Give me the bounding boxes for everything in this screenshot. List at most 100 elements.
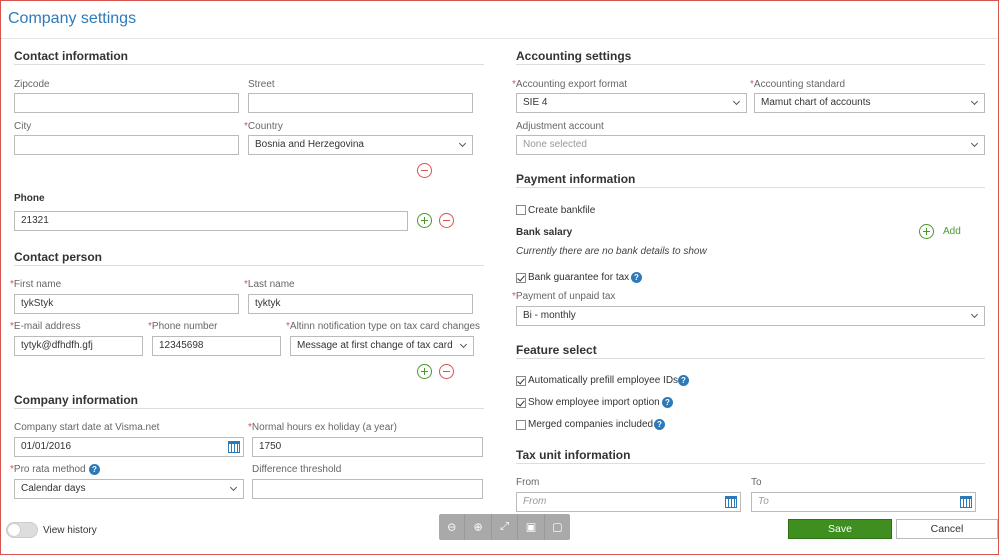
employee-import-help-icon[interactable]: ?: [662, 397, 673, 408]
bank-salary-label: Bank salary: [516, 227, 573, 238]
remove-phone-icon[interactable]: [439, 213, 454, 228]
difference-threshold-input[interactable]: [252, 479, 483, 499]
country-label: *Country: [244, 121, 283, 132]
contact-person-heading: Contact person: [14, 250, 103, 264]
street-input[interactable]: [248, 93, 473, 113]
accounting-standard-label-text: Accounting standard: [753, 79, 846, 90]
contact-person-divider: [14, 265, 484, 266]
bank-guarantee-checkbox[interactable]: [516, 273, 526, 283]
altinn-label-text: Altinn notification type on tax card cha…: [289, 321, 481, 332]
start-date-label: Company start date at Visma.net: [14, 422, 160, 433]
pro-rata-select[interactable]: Calendar days: [14, 479, 244, 499]
tax-unit-divider: [516, 463, 985, 464]
zoom-in-button[interactable]: ⊕: [465, 514, 492, 540]
unpaid-tax-select[interactable]: Bi - monthly: [516, 306, 985, 326]
phone-input[interactable]: 21321: [14, 211, 408, 231]
email-label: *E-mail address: [10, 321, 81, 332]
accounting-settings-divider: [516, 64, 985, 65]
feature-select-heading: Feature select: [516, 343, 597, 357]
pro-rata-label-text: Pro rata method: [13, 464, 86, 475]
merged-companies-label: Merged companies included: [528, 419, 654, 430]
fit-screen-icon: ⤢: [500, 520, 509, 533]
cancel-button[interactable]: Cancel: [896, 519, 998, 539]
title-divider: [1, 38, 998, 39]
comment-button[interactable]: ▢: [545, 514, 570, 540]
first-name-input[interactable]: tykStyk: [14, 294, 239, 314]
calendar-icon[interactable]: [725, 496, 737, 508]
remove-country-icon[interactable]: [417, 163, 432, 178]
zipcode-input[interactable]: [14, 93, 239, 113]
contact-information-divider: [14, 64, 484, 65]
company-information-divider: [14, 408, 484, 409]
from-date-placeholder: From: [523, 496, 547, 507]
view-history-label: View history: [43, 525, 97, 536]
bank-guarantee-label: Bank guarantee for tax: [528, 272, 630, 283]
zipcode-label: Zipcode: [14, 79, 50, 90]
payment-information-heading: Payment information: [516, 172, 636, 186]
create-bankfile-checkbox[interactable]: [516, 205, 526, 215]
normal-hours-input[interactable]: 1750: [252, 437, 483, 457]
window-frame: [0, 0, 999, 555]
country-select[interactable]: Bosnia and Herzegovina: [248, 135, 473, 155]
export-format-select[interactable]: SIE 4: [516, 93, 747, 113]
unpaid-tax-label: *Payment of unpaid tax: [512, 291, 615, 302]
payment-information-divider: [516, 187, 985, 188]
to-date-input[interactable]: To: [751, 492, 976, 512]
phone-number-label: *Phone number: [148, 321, 218, 332]
pro-rata-label: *Pro rata method: [10, 464, 86, 475]
accounting-standard-select[interactable]: Mamut chart of accounts: [754, 93, 985, 113]
start-date-input[interactable]: 01/01/2016: [14, 437, 244, 457]
adjustment-account-label: Adjustment account: [516, 121, 604, 132]
comment-icon: ▢: [552, 521, 563, 534]
to-date-placeholder: To: [758, 496, 769, 507]
zoom-out-icon: ⊖: [447, 521, 457, 534]
page-title: Company settings: [8, 10, 137, 27]
employee-import-checkbox[interactable]: [516, 398, 526, 408]
no-bank-details-text: Currently there are no bank details to s…: [516, 246, 707, 257]
company-information-heading: Company information: [14, 393, 139, 407]
create-bankfile-label: Create bankfile: [528, 205, 596, 216]
prefill-ids-checkbox[interactable]: [516, 376, 526, 386]
fit-screen-button[interactable]: ⤢: [492, 514, 519, 540]
add-bank-salary-icon[interactable]: [919, 224, 934, 239]
country-label-text: Country: [247, 121, 283, 132]
first-name-label: *First name: [10, 279, 61, 290]
first-name-label-text: First name: [13, 279, 62, 290]
zoom-out-button[interactable]: ⊖: [439, 514, 466, 540]
email-label-text: E-mail address: [13, 321, 81, 332]
export-format-label: *Accounting export format: [512, 79, 627, 90]
phone-number-label-text: Phone number: [151, 321, 218, 332]
bank-guarantee-help-icon[interactable]: ?: [631, 272, 642, 283]
merged-companies-help-icon[interactable]: ?: [654, 419, 665, 430]
save-button[interactable]: Save: [788, 519, 892, 539]
from-date-input[interactable]: From: [516, 492, 741, 512]
email-input[interactable]: tytyk@dfhdfh.gfj: [14, 336, 143, 356]
unpaid-tax-label-text: Payment of unpaid tax: [515, 291, 616, 302]
last-name-input[interactable]: tyktyk: [248, 294, 473, 314]
add-contact-icon[interactable]: [417, 364, 432, 379]
contact-information-heading: Contact information: [14, 49, 128, 63]
altinn-label: *Altinn notification type on tax card ch…: [286, 321, 480, 332]
phone-number-input[interactable]: 12345698: [152, 336, 281, 356]
prefill-ids-help-icon[interactable]: ?: [678, 375, 689, 386]
view-history-toggle[interactable]: [6, 522, 38, 538]
screen-comment-icon: ▣: [525, 521, 537, 534]
screen-comment-button[interactable]: ▣: [518, 514, 545, 540]
city-label: City: [14, 121, 32, 132]
prefill-ids-label: Automatically prefill employee IDs: [528, 375, 679, 386]
merged-companies-checkbox[interactable]: [516, 420, 526, 430]
altinn-select[interactable]: Message at first change of tax card: [290, 336, 474, 356]
city-input[interactable]: [14, 135, 239, 155]
normal-hours-label: *Normal hours ex holiday (a year): [248, 422, 397, 433]
adjustment-account-select[interactable]: None selected: [516, 135, 985, 155]
add-bank-salary-link[interactable]: Add: [943, 226, 961, 237]
zoom-in-icon: ⊕: [473, 521, 483, 534]
calendar-icon[interactable]: [228, 441, 240, 453]
normal-hours-label-text: Normal hours ex holiday (a year): [251, 422, 397, 433]
phone-label: Phone: [14, 193, 45, 204]
add-phone-icon[interactable]: [417, 213, 432, 228]
calendar-icon[interactable]: [960, 496, 972, 508]
start-date-value: 01/01/2016: [21, 441, 72, 452]
remove-contact-icon[interactable]: [439, 364, 454, 379]
pro-rata-help-icon[interactable]: ?: [89, 464, 100, 475]
